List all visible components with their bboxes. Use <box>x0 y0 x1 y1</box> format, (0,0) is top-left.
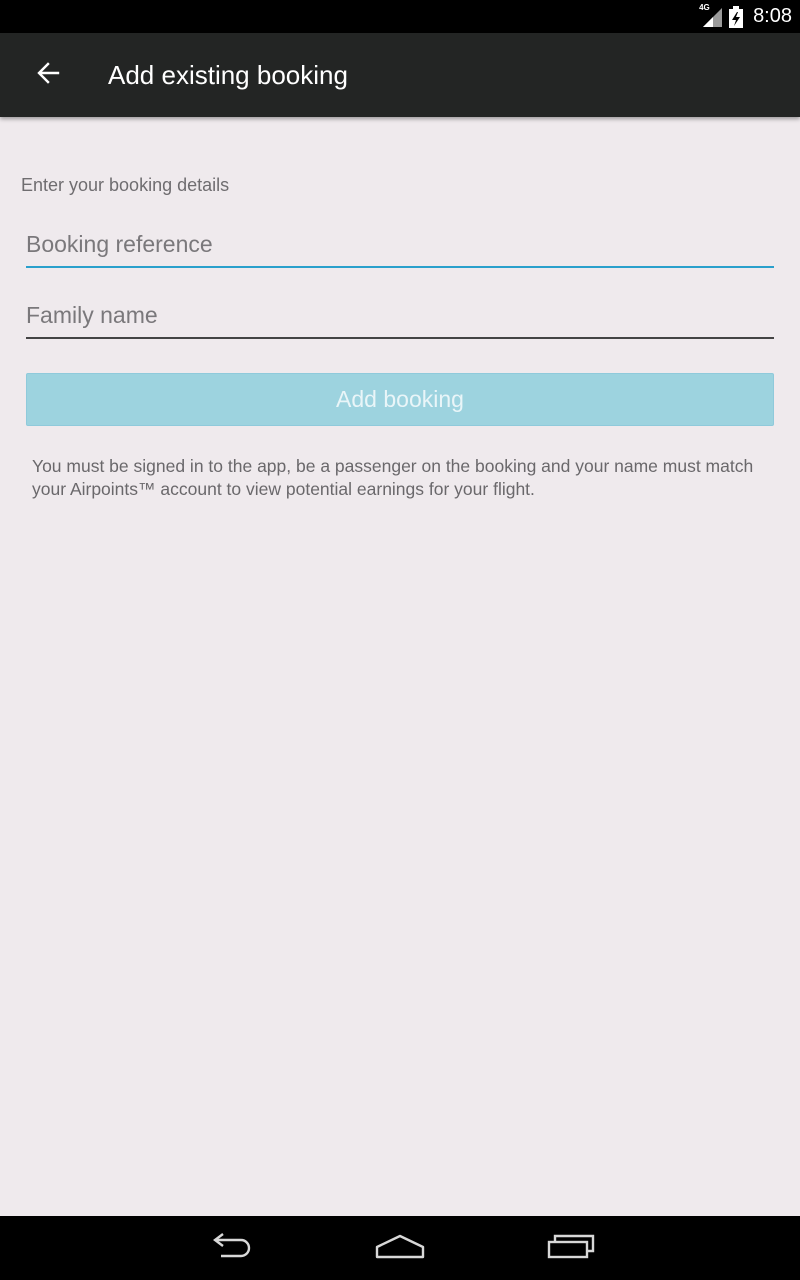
section-label: Enter your booking details <box>21 175 230 195</box>
nav-back-icon <box>207 1232 253 1264</box>
app-bar: Add existing booking <box>0 33 800 117</box>
nav-home-button[interactable] <box>360 1226 440 1270</box>
battery-charging-icon <box>729 5 744 28</box>
add-booking-button[interactable]: Add booking <box>26 373 774 426</box>
status-time: 8:08 <box>753 5 792 27</box>
status-bar: 4G 8:08 <box>0 0 800 33</box>
nav-back-button[interactable] <box>190 1226 270 1270</box>
nav-recents-icon <box>547 1233 595 1264</box>
add-booking-button-label: Add booking <box>336 386 464 412</box>
disclaimer-text: You must be signed in to the app, be a p… <box>32 456 754 499</box>
arrow-back-icon <box>36 61 60 90</box>
family-name-input[interactable] <box>26 293 774 339</box>
network-type-label: 4G <box>699 2 710 12</box>
nav-recents-button[interactable] <box>531 1226 611 1270</box>
page-title: Add existing booking <box>108 60 348 90</box>
booking-reference-input[interactable] <box>26 222 774 268</box>
nav-home-icon <box>375 1233 425 1264</box>
status-icons: 4G 8:08 <box>699 0 792 33</box>
system-nav-bar <box>0 1216 800 1280</box>
booking-form: Enter your booking details Add booking Y… <box>0 117 800 1216</box>
back-button[interactable] <box>22 51 74 99</box>
signal-icon: 4G <box>699 2 723 28</box>
